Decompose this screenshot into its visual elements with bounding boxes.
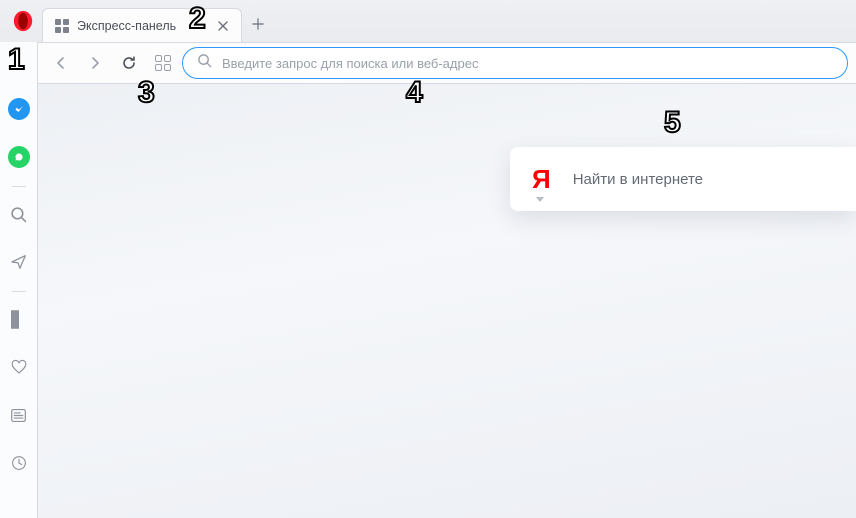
send-icon bbox=[10, 253, 28, 271]
news-icon bbox=[10, 407, 27, 424]
forward-button[interactable] bbox=[80, 48, 110, 78]
yandex-search-box[interactable]: Я Найти в интернете bbox=[510, 147, 856, 211]
address-input[interactable] bbox=[222, 56, 833, 71]
messenger-icon bbox=[8, 98, 30, 120]
tab-title: Экспресс-панель bbox=[77, 19, 176, 33]
search-icon bbox=[10, 206, 27, 223]
whatsapp-icon bbox=[8, 146, 30, 168]
sidebar-separator bbox=[12, 186, 26, 187]
dropdown-caret-icon bbox=[536, 197, 544, 202]
grid-icon bbox=[11, 311, 27, 327]
new-tab-button[interactable] bbox=[242, 8, 274, 40]
sidebar-bookmarks[interactable] bbox=[6, 354, 32, 380]
sidebar-separator bbox=[12, 291, 26, 292]
plus-icon bbox=[252, 18, 264, 30]
yandex-search-placeholder: Найти в интернете bbox=[573, 171, 703, 188]
speed-dial-button[interactable] bbox=[148, 48, 178, 78]
back-button[interactable] bbox=[46, 48, 76, 78]
tab-close-button[interactable] bbox=[215, 18, 231, 34]
sidebar-whatsapp[interactable] bbox=[6, 144, 32, 170]
sidebar-speed-dials[interactable] bbox=[6, 306, 32, 332]
speed-dial-icon bbox=[55, 19, 69, 33]
address-bar[interactable] bbox=[182, 47, 848, 79]
sidebar-messenger[interactable] bbox=[6, 96, 32, 122]
grid-icon bbox=[155, 55, 171, 71]
sidebar-search[interactable] bbox=[6, 201, 32, 227]
navbar bbox=[38, 42, 856, 84]
close-icon bbox=[218, 21, 228, 31]
yandex-logo-letter: Я bbox=[532, 164, 551, 194]
active-tab[interactable]: Экспресс-панель bbox=[42, 8, 242, 42]
sidebar-news[interactable] bbox=[6, 402, 32, 428]
speed-dial-page: Я Найти в интернете bbox=[38, 84, 856, 518]
sidebar-history[interactable] bbox=[6, 450, 32, 476]
reload-button[interactable] bbox=[114, 48, 144, 78]
yandex-logo: Я bbox=[532, 166, 551, 192]
sidebar bbox=[0, 42, 38, 518]
clock-icon bbox=[10, 454, 28, 472]
titlebar: Экспресс-панель bbox=[0, 0, 856, 42]
reload-icon bbox=[121, 55, 137, 71]
search-icon bbox=[197, 53, 212, 73]
sidebar-flow[interactable] bbox=[6, 249, 32, 275]
heart-icon bbox=[10, 358, 28, 376]
chevron-left-icon bbox=[54, 56, 68, 70]
chevron-right-icon bbox=[88, 56, 102, 70]
opera-icon bbox=[12, 10, 34, 32]
opera-menu-button[interactable] bbox=[10, 8, 36, 34]
